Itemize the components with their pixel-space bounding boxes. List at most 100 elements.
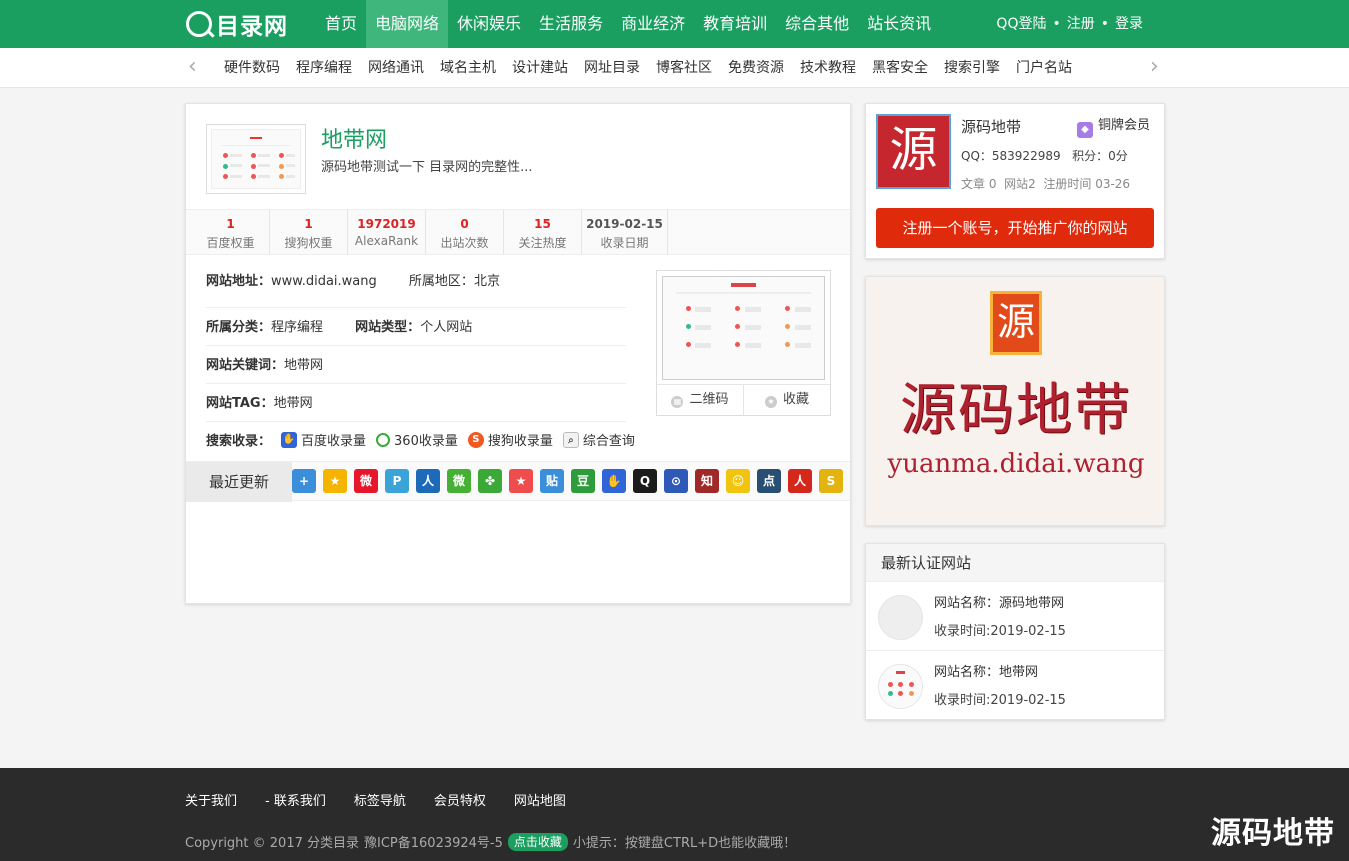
cert-site-time: 收录时间:2019-02-15 — [934, 624, 1066, 639]
nav-computer-network[interactable]: 电脑网络 — [366, 0, 449, 48]
overall-query-link[interactable]: 综合查询 — [583, 430, 635, 449]
face-icon[interactable]: ☺ — [726, 469, 750, 493]
nav-other[interactable]: 综合其他 — [776, 0, 858, 48]
search-index-label: 搜索收录： — [206, 434, 272, 449]
list-item[interactable]: 网站名称：地带网 收录时间:2019-02-15 — [866, 651, 1164, 720]
favorite-button[interactable]: ★ 收藏 — [744, 385, 830, 415]
watermark: 源码地带 — [1211, 816, 1335, 851]
magnifier-icon: ⌕ — [562, 431, 579, 448]
stat-outbound: 0 出站次数 — [426, 210, 504, 254]
renren-icon[interactable]: 人 — [416, 469, 440, 493]
tieba-icon[interactable]: 贴 — [540, 469, 564, 493]
stats-bar: 1 百度权重 1 搜狗权重 1972019 AlexaRank 0 出站次数 15 关注热… — [186, 209, 850, 255]
nav-home[interactable]: 首页 — [316, 0, 366, 48]
zhihu-icon[interactable]: 知 — [695, 469, 719, 493]
ad-banner[interactable]: 源 源码地带 yuanma.didai.wang — [865, 276, 1165, 526]
subnav-item[interactable]: 网址目录 — [576, 48, 648, 88]
baidu-icon[interactable]: ✋ — [602, 469, 626, 493]
douban-icon[interactable]: 豆 — [571, 469, 595, 493]
site-url[interactable]: www.didai.wang — [271, 274, 377, 289]
subnav-item[interactable]: 免费资源 — [720, 48, 792, 88]
site-thumbnail[interactable] — [206, 124, 306, 194]
star-icon[interactable]: ★ — [509, 469, 533, 493]
footer-vip[interactable]: 会员特权 — [434, 790, 486, 809]
icp-number[interactable]: 豫ICP备16023924号-5 — [364, 832, 503, 851]
subnav-item[interactable]: 设计建站 — [504, 48, 576, 88]
site-tag[interactable]: 地带网 — [274, 396, 313, 411]
stat-value: 2019-02-15 — [586, 217, 663, 231]
qrcode-button[interactable]: ▦ 二维码 — [657, 385, 744, 415]
subnav-item[interactable]: 门户名站 — [1008, 48, 1080, 88]
nav-business[interactable]: 商业经济 — [612, 0, 694, 48]
nav-life-service[interactable]: 生活服务 — [530, 0, 612, 48]
register-promo-button[interactable]: 注册一个账号，开始推广你的网站 — [876, 208, 1154, 248]
chevron-right-icon[interactable]: › — [1150, 56, 1159, 78]
subnav-item[interactable]: 搜索引擎 — [936, 48, 1008, 88]
baidu-paw-icon: ✋ — [281, 431, 298, 448]
qq-icon[interactable]: Q — [633, 469, 657, 493]
screenshot-image[interactable] — [662, 276, 825, 380]
member-card: 源 源码地带 ◆ 铜牌会员 QQ：583922989 积分：0分 文章 0 网站2… — [865, 103, 1165, 259]
wechat-icon[interactable]: 微 — [447, 469, 471, 493]
info-row: 网站TAG：地带网 — [206, 384, 626, 422]
member-badge: ◆ 铜牌会员 — [1076, 114, 1150, 138]
cert-site-name: 网站名称：地带网 — [934, 665, 1039, 680]
thumbnail-image — [211, 129, 301, 189]
bookmark-icon[interactable]: ⊙ — [664, 469, 688, 493]
footer-tags[interactable]: 标签导航 — [354, 790, 406, 809]
avatar[interactable]: 源 — [876, 114, 951, 189]
cert-site-name: 网站名称：源码地带网 — [934, 596, 1065, 611]
baidu-index-link[interactable]: 百度收录量 — [301, 430, 366, 449]
nav-leisure[interactable]: 休闲娱乐 — [448, 0, 530, 48]
renren-red-icon[interactable]: 人 — [788, 469, 812, 493]
stat-value: 15 — [534, 217, 551, 231]
site-category[interactable]: 程序编程 — [271, 320, 323, 335]
article-count: 文章 0 — [961, 177, 997, 191]
nav-webmaster-news[interactable]: 站长资讯 — [858, 0, 940, 48]
stat-popularity: 15 关注热度 — [504, 210, 582, 254]
plus-share-icon[interactable]: + — [292, 469, 316, 493]
top-header: 目录网 首页 电脑网络 休闲娱乐 生活服务 商业经济 教育培训 综合其他 站长资… — [0, 0, 1349, 48]
nav-education[interactable]: 教育培训 — [694, 0, 776, 48]
footer-about[interactable]: 关于我们 — [185, 790, 237, 809]
subnav-item[interactable]: 技术教程 — [792, 48, 864, 88]
site-title[interactable]: 地带网 — [321, 122, 387, 154]
site-keyword[interactable]: 地带网 — [284, 358, 323, 373]
stat-baidu-weight: 1 百度权重 — [192, 210, 270, 254]
sub-nav-items: 硬件数码 程序编程 网络通讯 域名主机 设计建站 网址目录 博客社区 免费资源 … — [216, 48, 1080, 88]
subnav-item[interactable]: 域名主机 — [432, 48, 504, 88]
chevron-left-icon[interactable]: ‹ — [188, 56, 197, 78]
stat-value: 1972019 — [357, 217, 416, 231]
login-link[interactable]: 登录 — [1115, 0, 1143, 48]
sohu-icon[interactable]: S — [819, 469, 843, 493]
subnav-item[interactable]: 博客社区 — [648, 48, 720, 88]
qzone-icon[interactable]: ★ — [323, 469, 347, 493]
qrcode-label: 二维码 — [689, 392, 729, 407]
bookmark-button[interactable]: 点击收藏 — [507, 832, 568, 851]
360-index-link[interactable]: 360收录量 — [394, 430, 458, 449]
site-logo[interactable]: 目录网 — [186, 8, 288, 40]
subnav-item[interactable]: 黑客安全 — [864, 48, 936, 88]
footer-sitemap[interactable]: 网站地图 — [514, 790, 566, 809]
list-item[interactable]: 网站名称：源码地带网 收录时间:2019-02-15 — [866, 582, 1164, 651]
member-name[interactable]: 源码地带 — [961, 116, 1021, 137]
stat-alexa-rank: 1972019 AlexaRank — [348, 210, 426, 254]
diandian-icon[interactable]: 点 — [757, 469, 781, 493]
kaixin-icon[interactable]: ✤ — [478, 469, 502, 493]
site-region: 北京 — [473, 274, 500, 289]
sogou-index-link[interactable]: 搜狗收录量 — [488, 430, 553, 449]
subnav-item[interactable]: 程序编程 — [288, 48, 360, 88]
user-links: QQ登陆 • 注册 • 登录 — [996, 0, 1143, 48]
qq-login-link[interactable]: QQ登陆 — [996, 0, 1046, 48]
sub-nav: ‹ 硬件数码 程序编程 网络通讯 域名主机 设计建站 网址目录 博客社区 免费资… — [0, 48, 1349, 88]
bookmark-tip: 小提示：按键盘CTRL+D也能收藏哦！ — [572, 836, 797, 851]
tencent-weibo-icon[interactable]: P — [385, 469, 409, 493]
info-row: 所属分类：程序编程 网站类型：个人网站 — [206, 308, 626, 346]
copyright-line: Copyright © 2017 分类目录 豫ICP备16023924号-5 点… — [185, 832, 796, 851]
subnav-item[interactable]: 硬件数码 — [216, 48, 288, 88]
register-link[interactable]: 注册 — [1067, 0, 1095, 48]
weibo-icon[interactable]: 微 — [354, 469, 378, 493]
footer-contact[interactable]: - 联系我们 — [265, 790, 326, 809]
separator: • — [1052, 16, 1061, 32]
subnav-item[interactable]: 网络通讯 — [360, 48, 432, 88]
